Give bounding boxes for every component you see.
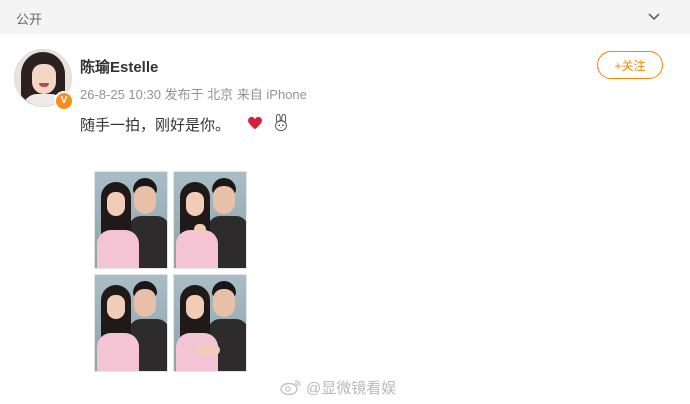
photo-grid (94, 171, 249, 373)
photo-thumbnail[interactable] (94, 171, 168, 269)
post-header-bar: 公开 (0, 0, 690, 34)
chevron-down-icon[interactable] (646, 8, 662, 24)
photo-thumbnail[interactable] (173, 274, 247, 372)
weibo-logo-icon (280, 380, 301, 395)
heart-emoji-icon (248, 116, 262, 130)
author-avatar[interactable]: V (14, 49, 74, 111)
rabbit-emoji-icon (275, 114, 288, 132)
follow-button[interactable]: +关注 (597, 51, 663, 79)
author-name[interactable]: 陈瑜Estelle (80, 56, 158, 77)
photo-thumbnail[interactable] (94, 274, 168, 372)
photo-thumbnail[interactable] (173, 171, 247, 269)
emoji-row (246, 114, 294, 134)
visibility-label: 公开 (16, 12, 43, 27)
watermark-text: @显微镜看娱 (306, 380, 397, 397)
watermark: @显微镜看娱 (280, 377, 396, 398)
post-text: 随手一拍，刚好是你。 (80, 117, 231, 134)
post-meta: 26-8-25 10:30 发布于 北京 来自 iPhone (80, 87, 307, 102)
verified-badge-icon: V (54, 91, 74, 111)
